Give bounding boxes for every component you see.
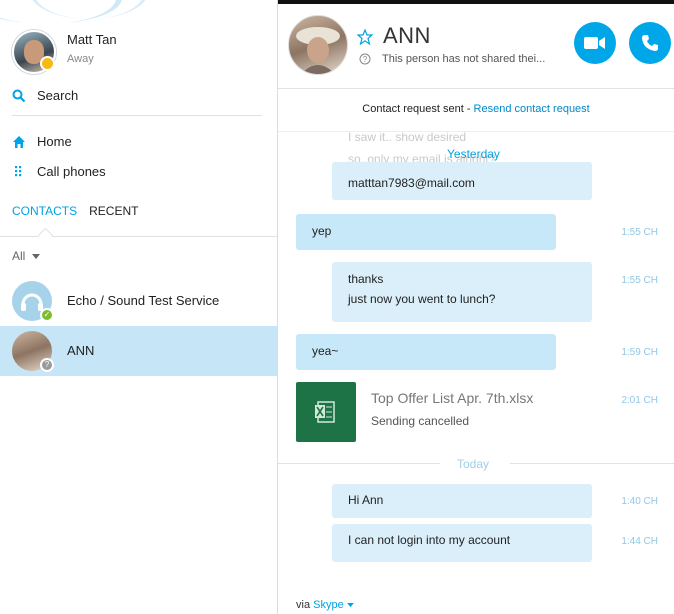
message-time: 1:55 CH (621, 275, 658, 286)
search-label: Search (37, 88, 79, 103)
tab-contacts[interactable]: CONTACTS (12, 204, 77, 218)
online-status-icon: ✓ (40, 308, 54, 322)
message-time: 1:44 CH (621, 536, 658, 547)
message-bubble[interactable]: Hi Ann (332, 484, 592, 518)
search-button[interactable]: Search (12, 88, 78, 103)
message-text: matttan7983@mail.com (348, 176, 475, 190)
phone-icon (642, 35, 658, 51)
day-separator: Yesterday (447, 147, 500, 161)
message-bubble[interactable]: yep (296, 214, 556, 250)
avatar[interactable] (288, 15, 348, 75)
svg-text:?: ? (363, 55, 368, 64)
message-time: 1:40 CH (621, 496, 658, 507)
search-icon (12, 89, 26, 102)
conversation-header: ANN ? This person has not shared thei... (278, 4, 674, 89)
message-bubble[interactable]: yea~ (296, 334, 556, 370)
excel-file-icon[interactable] (296, 382, 356, 442)
message-bubble[interactable]: I can not login into my account (332, 524, 592, 562)
dialpad-icon (15, 165, 22, 176)
favorite-star-icon[interactable] (357, 29, 373, 45)
home-icon (13, 135, 25, 148)
tab-indicator (37, 227, 54, 244)
message-text: Hi Ann (348, 493, 384, 507)
message-text: yea~ (312, 344, 339, 358)
filter-label: All (12, 249, 26, 263)
contact-name: ANN (67, 343, 95, 358)
contact-name: Echo / Sound Test Service (67, 293, 220, 308)
message-time: 1:59 CH (621, 347, 658, 358)
divider (278, 463, 440, 464)
message-bubble[interactable]: matttan7983@mail.com (332, 162, 592, 200)
sidebar-item-label: Call phones (37, 164, 106, 179)
chevron-down-icon (31, 253, 40, 259)
file-name[interactable]: Top Offer List Apr. 7th.xlsx (371, 390, 533, 406)
profile-status[interactable]: Away (67, 53, 94, 65)
message-text: yep (312, 224, 332, 238)
via-label: via (296, 599, 314, 611)
via-selector: via Skype (296, 599, 354, 611)
message-text: I can not login into my account (348, 533, 511, 547)
contact-name[interactable]: ANN (383, 23, 431, 49)
contact-request-bar: Contact request sent - Resend contact re… (278, 89, 674, 132)
sidebar: Matt Tan Away Search Home Call phones CO… (0, 0, 278, 614)
sidebar-item-label: Home (37, 134, 72, 149)
help-icon: ? (359, 53, 371, 65)
file-status: Sending cancelled (371, 414, 470, 428)
divider (12, 115, 262, 116)
away-status-icon (40, 56, 55, 71)
contacts-filter-dropdown[interactable]: All (12, 249, 40, 263)
message-bubble[interactable]: thanks just now you went to lunch? (332, 262, 592, 322)
resend-request-link[interactable]: Resend contact request (474, 103, 590, 115)
contact-list-item[interactable]: ? ANN (0, 326, 277, 376)
request-text: Contact request sent - (362, 103, 474, 115)
via-skype-dropdown[interactable]: Skype (313, 599, 344, 611)
profile-name[interactable]: Matt Tan (67, 32, 117, 47)
video-camera-icon (584, 37, 605, 49)
divider (510, 463, 674, 464)
contact-tabs: CONTACTS RECENT (12, 204, 138, 218)
sidebar-item-call-phones[interactable]: Call phones (12, 164, 106, 179)
contact-list-item[interactable]: ✓ Echo / Sound Test Service (0, 276, 277, 326)
video-call-button[interactable] (574, 22, 616, 64)
unknown-status-icon: ? (40, 358, 54, 372)
conversation-pane: I saw it.. show desired so..only my emai… (278, 4, 674, 614)
mood-message: This person has not shared thei... (382, 53, 546, 65)
message-text: thanks (348, 272, 384, 286)
message-text: just now you went to lunch? (348, 292, 496, 306)
audio-call-button[interactable] (629, 22, 671, 64)
message-time: 2:01 CH (621, 395, 658, 406)
chevron-down-icon (346, 603, 354, 608)
message-text: I saw it.. show desired (348, 130, 467, 144)
message-time: 1:55 CH (621, 227, 658, 238)
sidebar-item-home[interactable]: Home (12, 134, 72, 149)
day-separator: Today (457, 457, 490, 471)
tab-recent[interactable]: RECENT (89, 204, 138, 218)
